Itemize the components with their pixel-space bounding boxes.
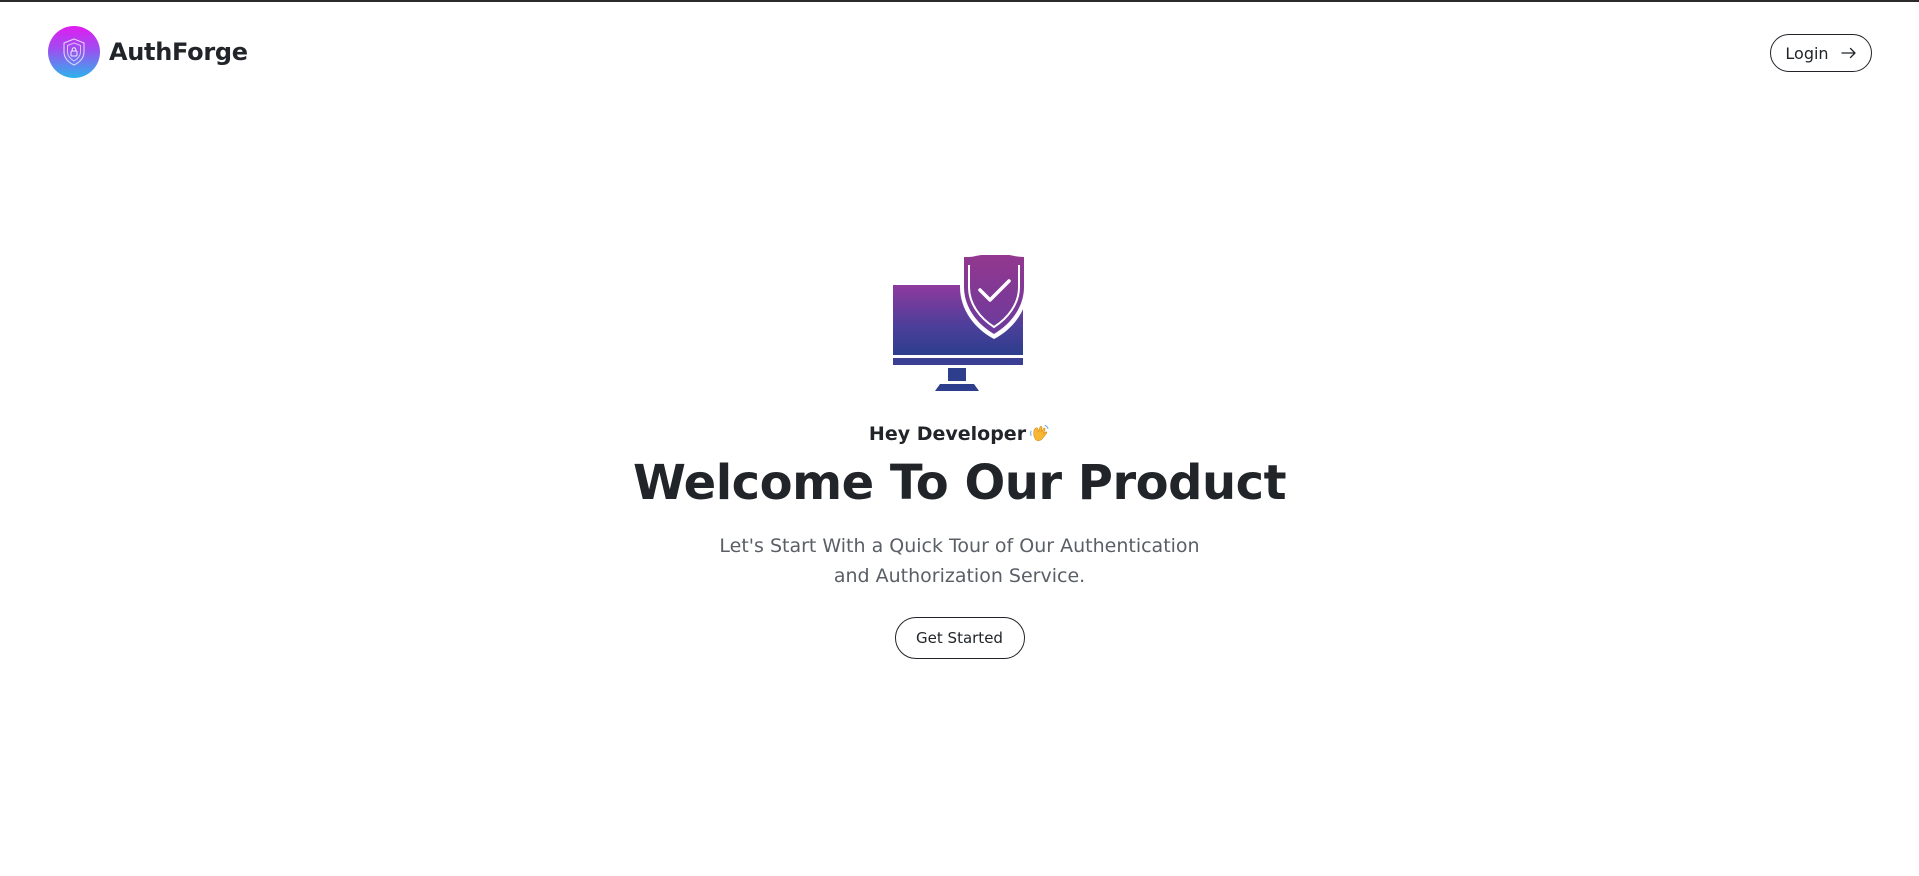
hero-section: Hey Developer Welcome To Our Product Let… xyxy=(0,255,1919,659)
monitor-shield-check-icon xyxy=(892,255,1028,391)
shield-lock-icon xyxy=(48,26,100,78)
brand-link[interactable]: AuthForge xyxy=(48,26,248,78)
greeting: Hey Developer xyxy=(0,423,1919,445)
hero-subtitle: Let's Start With a Quick Tour of Our Aut… xyxy=(719,534,1200,587)
waving-hand-icon xyxy=(1030,425,1049,441)
greeting-text: Hey Developer xyxy=(868,423,1027,445)
page-title: Welcome To Our Product xyxy=(632,455,1287,511)
navbar: AuthForge Login xyxy=(0,2,1919,102)
arrow-right-icon xyxy=(1840,47,1856,59)
brand-name: AuthForge xyxy=(109,38,248,66)
get-started-button[interactable]: Get Started xyxy=(894,616,1025,659)
login-label: Login xyxy=(1785,43,1829,63)
login-button[interactable]: Login xyxy=(1770,34,1872,72)
